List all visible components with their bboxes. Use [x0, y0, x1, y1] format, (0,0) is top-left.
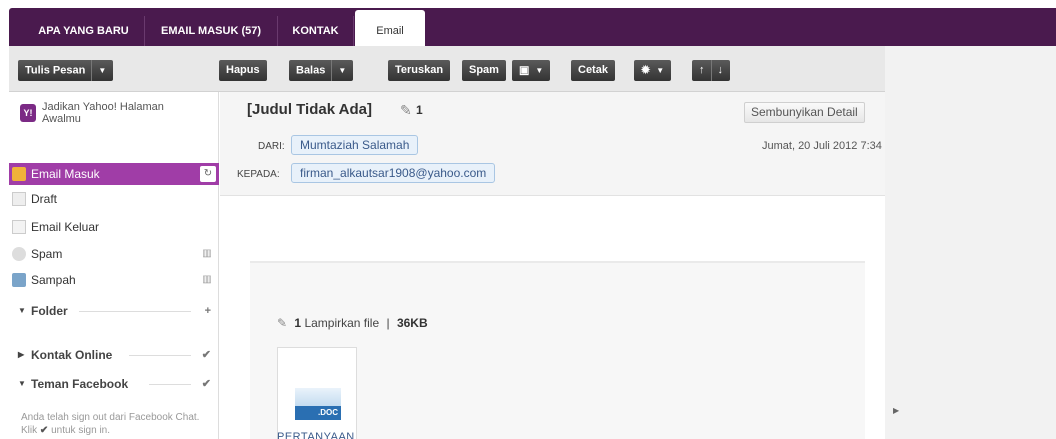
messenger-icon[interactable]: ✔ [40, 425, 48, 436]
chevron-down-icon: ▼ [535, 66, 544, 75]
paperclip-icon: ✎ [277, 316, 288, 330]
section-folder[interactable]: ▼ Folder + [9, 300, 219, 322]
message-date: Jumat, 20 Juli 2012 7:34 [762, 140, 882, 152]
actions-button[interactable]: ✹ ▼ [634, 60, 672, 81]
section-facebook-friends[interactable]: ▼ Teman Facebook ✔ [9, 373, 219, 395]
section-online-contacts[interactable]: ▶ Kontak Online ✔ [9, 344, 219, 366]
left-sidebar: Y! Jadikan Yahoo! Halaman Awalmu Email M… [9, 92, 219, 439]
chevron-down-icon: ▼ [338, 66, 347, 75]
spam-button[interactable]: Spam [462, 60, 506, 81]
sidebar-item-spam[interactable]: Spam ▥ [9, 243, 219, 265]
trash-empty-icon[interactable]: ▥ [201, 247, 213, 261]
draft-icon [12, 192, 26, 206]
gear-icon: ✹ [641, 64, 651, 77]
messenger-icon[interactable]: ✔ [202, 344, 211, 366]
add-folder-icon[interactable]: + [205, 300, 211, 322]
top-tab-bar: APA YANG BARU EMAIL MASUK (57) KONTAK Em… [0, 0, 1056, 46]
from-chip[interactable]: Mumtaziah Salamah [291, 135, 419, 155]
refresh-icon[interactable]: ↻ [200, 166, 216, 182]
tab-contacts[interactable]: KONTAK [278, 16, 354, 46]
messenger-icon[interactable]: ✔ [202, 373, 211, 395]
compose-label: Tulis Pesan [25, 64, 86, 77]
reply-label: Balas [296, 64, 326, 77]
trash-icon [12, 273, 26, 287]
arrow-up-icon: ↑ [699, 64, 705, 76]
doc-file-icon: .DOC [295, 388, 341, 422]
print-button[interactable]: Cetak [571, 60, 615, 81]
sidebar-item-draft[interactable]: Draft [9, 188, 219, 210]
shield-icon [12, 247, 26, 261]
yahoo-logo-icon: Y! [20, 104, 36, 122]
chevron-down-icon: ▼ [18, 379, 26, 388]
yahoo-homepage-promo[interactable]: Y! Jadikan Yahoo! Halaman Awalmu [20, 101, 210, 137]
chevron-down-icon: ▼ [656, 66, 665, 75]
previous-message-button[interactable]: ↑ ↓ [692, 60, 730, 81]
attachment-count: 1 [416, 103, 423, 117]
chevron-down-icon: ▼ [18, 306, 26, 315]
delete-button[interactable]: Hapus [219, 60, 267, 81]
sidebar-item-trash[interactable]: Sampah ▥ [9, 269, 219, 291]
trash-empty-icon[interactable]: ▥ [201, 273, 213, 287]
right-gutter [885, 46, 1056, 439]
to-label: KEPADA: [237, 169, 280, 180]
inbox-icon [12, 167, 26, 181]
tab-email-active[interactable]: Email [355, 10, 425, 46]
message-header: [Judul Tidak Ada] ✎ 1 Sembunyikan Detail… [220, 92, 885, 196]
tab-inbox[interactable]: EMAIL MASUK (57) [145, 16, 278, 46]
chevron-right-icon: ▶ [18, 350, 25, 359]
reply-button[interactable]: Balas ▼ [289, 60, 354, 81]
forward-button[interactable]: Teruskan [388, 60, 451, 81]
attachment-summary: ✎ 1 Lampirkan file | 36KB [277, 316, 428, 330]
facebook-signout-note: Anda telah sign out dari Facebook Chat. … [21, 412, 200, 436]
to-chip[interactable]: firman_alkautsar1908@yahoo.com [291, 163, 496, 183]
chevron-right-icon[interactable]: ▶ [893, 406, 899, 415]
from-label: DARI: [258, 141, 285, 152]
folder-move-icon: ▣ [519, 64, 530, 77]
move-button[interactable]: ▣ ▼ [512, 60, 551, 81]
attachment-thumbnail[interactable]: .DOC [277, 347, 357, 439]
paperclip-icon: ✎ [400, 102, 412, 118]
chevron-down-icon: ▼ [98, 66, 107, 75]
attachment-name[interactable]: PERTANYAAN [277, 431, 355, 439]
tab-whats-new[interactable]: APA YANG BARU [23, 16, 145, 46]
message-view: [Judul Tidak Ada] ✎ 1 Sembunyikan Detail… [220, 92, 885, 439]
compose-button[interactable]: Tulis Pesan ▼ [18, 60, 114, 81]
sent-icon [12, 220, 26, 234]
message-subject: [Judul Tidak Ada] [247, 101, 373, 118]
arrow-down-icon: ↓ [717, 64, 724, 76]
message-body: ✎ 1 Lampirkan file | 36KB .DOC PERTANYAA… [250, 261, 865, 439]
hide-details-button[interactable]: Sembunyikan Detail [744, 102, 865, 123]
sidebar-item-inbox[interactable]: Email Masuk ↻ [9, 163, 219, 185]
sidebar-item-sent[interactable]: Email Keluar [9, 216, 219, 238]
promo-text: Jadikan Yahoo! Halaman Awalmu [42, 101, 164, 125]
